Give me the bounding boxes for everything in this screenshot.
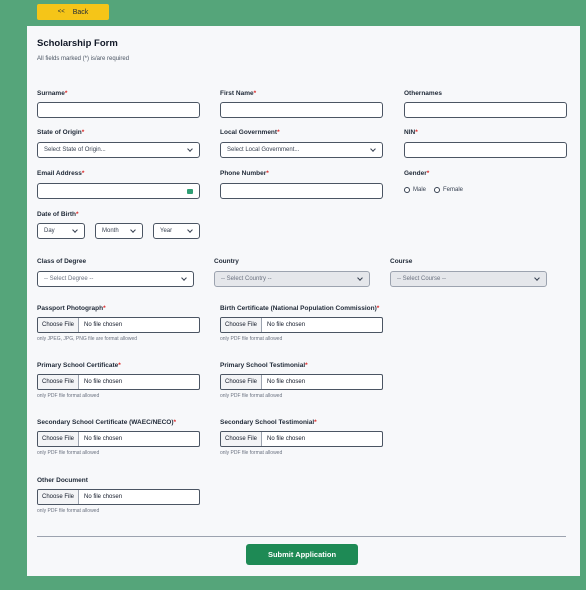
gender-female-radio[interactable] bbox=[434, 187, 441, 193]
file-status: No file chosen bbox=[84, 494, 123, 500]
chevron-down-icon bbox=[357, 275, 363, 281]
choose-file-button[interactable]: Choose File bbox=[38, 490, 80, 504]
nin-label: NIN* bbox=[404, 129, 418, 136]
form-subtitle: All fields marked (*) is/are required bbox=[37, 56, 130, 62]
secondary-testimonial-hint: only PDF file format allowed bbox=[220, 450, 283, 456]
back-label: Back bbox=[72, 8, 89, 16]
choose-file-button[interactable]: Choose File bbox=[38, 432, 80, 446]
gender-male-radio[interactable] bbox=[404, 187, 410, 193]
secondary-cert-label: Secondary School Certificate (WAEC/NECO)… bbox=[37, 419, 177, 426]
lga-label: Local Government* bbox=[220, 129, 280, 136]
dob-year-select[interactable]: Year bbox=[153, 223, 200, 239]
file-status: No file chosen bbox=[267, 436, 306, 442]
primary-testimonial-hint: only PDF file format allowed bbox=[220, 393, 283, 399]
country-select[interactable]: -- Select Country -- bbox=[214, 271, 370, 287]
passport-file-input[interactable]: Choose File No file chosen bbox=[37, 317, 200, 333]
choose-file-button[interactable]: Choose File bbox=[221, 432, 263, 446]
surname-label: Surname* bbox=[37, 90, 68, 97]
file-status: No file chosen bbox=[84, 436, 123, 442]
nin-input[interactable] bbox=[404, 142, 567, 158]
chevron-down-icon bbox=[370, 146, 376, 152]
gender-male-label: Male bbox=[413, 187, 427, 193]
secondary-cert-hint: only PDF file format allowed bbox=[37, 450, 100, 456]
first-name-label: First Name* bbox=[220, 90, 257, 97]
gender-label: Gender* bbox=[404, 170, 430, 177]
back-button[interactable]: << Back bbox=[37, 4, 109, 20]
other-doc-label: Other Document bbox=[37, 477, 88, 484]
course-select[interactable]: -- Select Course -- bbox=[390, 271, 547, 287]
state-label: State of Origin* bbox=[37, 129, 85, 136]
chevron-down-icon bbox=[130, 227, 136, 233]
email-input[interactable] bbox=[37, 183, 200, 199]
choose-file-button[interactable]: Choose File bbox=[38, 318, 80, 332]
autofill-icon bbox=[187, 189, 193, 194]
birth-cert-hint: only PDF file format allowed bbox=[220, 336, 283, 342]
choose-file-button[interactable]: Choose File bbox=[221, 375, 263, 389]
choose-file-button[interactable]: Choose File bbox=[38, 375, 80, 389]
divider bbox=[37, 536, 566, 537]
dob-day-select[interactable]: Day bbox=[37, 223, 85, 239]
chevrons-left-icon: << bbox=[57, 9, 65, 15]
gender-female-label: Female bbox=[443, 187, 464, 193]
file-status: No file chosen bbox=[84, 322, 123, 328]
secondary-cert-file-input[interactable]: Choose File No file chosen bbox=[37, 431, 200, 447]
primary-cert-file-input[interactable]: Choose File No file chosen bbox=[37, 374, 200, 390]
birth-cert-file-input[interactable]: Choose File No file chosen bbox=[220, 317, 383, 333]
primary-cert-label: Primary School Certificate* bbox=[37, 362, 121, 369]
passport-label: Passport Photograph* bbox=[37, 305, 106, 312]
chevron-down-icon bbox=[72, 227, 78, 233]
state-select[interactable]: Select State of Origin... bbox=[37, 142, 200, 158]
chevron-down-icon bbox=[181, 275, 187, 281]
chevron-down-icon bbox=[187, 146, 193, 152]
course-label: Course bbox=[390, 258, 413, 265]
other-doc-file-input[interactable]: Choose File No file chosen bbox=[37, 489, 200, 505]
chevron-down-icon bbox=[187, 227, 193, 233]
degree-select[interactable]: -- Select Degree -- bbox=[37, 271, 194, 287]
file-status: No file chosen bbox=[267, 322, 306, 328]
choose-file-button[interactable]: Choose File bbox=[221, 318, 263, 332]
phone-label: Phone Number* bbox=[220, 170, 269, 177]
form-title: Scholarship Form bbox=[37, 38, 118, 49]
othernames-label: Othernames bbox=[404, 90, 442, 97]
gender-options: Male Female bbox=[404, 187, 463, 193]
birth-cert-label: Birth Certificate (National Population C… bbox=[220, 305, 380, 312]
othernames-input[interactable] bbox=[404, 102, 567, 118]
dob-label: Date of Birth* bbox=[37, 211, 79, 218]
form-card: Scholarship Form All fields marked (*) i… bbox=[27, 26, 580, 576]
primary-testimonial-file-input[interactable]: Choose File No file chosen bbox=[220, 374, 383, 390]
submit-application-button[interactable]: Submit Application bbox=[246, 544, 358, 565]
secondary-testimonial-label: Secondary School Testimonial* bbox=[220, 419, 317, 426]
country-label: Country bbox=[214, 258, 239, 265]
phone-input[interactable] bbox=[220, 183, 383, 199]
file-status: No file chosen bbox=[84, 379, 123, 385]
lga-select[interactable]: Select Local Government... bbox=[220, 142, 383, 158]
other-doc-hint: only PDF file format allowed bbox=[37, 508, 100, 514]
secondary-testimonial-file-input[interactable]: Choose File No file chosen bbox=[220, 431, 383, 447]
primary-cert-hint: only PDF file format allowed bbox=[37, 393, 100, 399]
dob-month-select[interactable]: Month bbox=[95, 223, 143, 239]
chevron-down-icon bbox=[534, 275, 540, 281]
primary-testimonial-label: Primary School Testimonial* bbox=[220, 362, 308, 369]
degree-label: Class of Degree bbox=[37, 258, 87, 265]
file-status: No file chosen bbox=[267, 379, 306, 385]
email-label: Email Address* bbox=[37, 170, 85, 177]
first-name-input[interactable] bbox=[220, 102, 383, 118]
passport-hint: only JPEG, JPG, PNG file are format allo… bbox=[37, 336, 138, 342]
surname-input[interactable] bbox=[37, 102, 200, 118]
